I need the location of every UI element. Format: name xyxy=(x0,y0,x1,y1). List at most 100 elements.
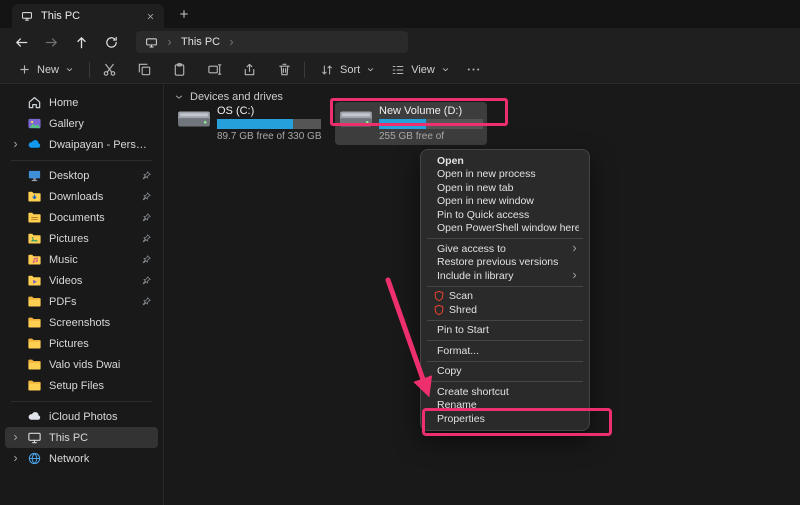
explorer-tab[interactable]: This PC xyxy=(12,4,164,28)
chevron-right-icon[interactable] xyxy=(227,38,236,47)
menu-item-restore-previous-versions[interactable]: Restore previous versions xyxy=(425,256,585,270)
drive-name: New Volume (D:) xyxy=(379,105,483,117)
menu-item-create-shortcut[interactable]: Create shortcut xyxy=(425,385,585,399)
new-button[interactable]: New xyxy=(10,59,82,80)
menu-item-label: Pin to Start xyxy=(437,324,579,336)
forward-button[interactable] xyxy=(38,30,64,54)
tab-close-icon[interactable] xyxy=(146,12,155,21)
sidebar-item-screenshots[interactable]: Screenshots xyxy=(5,312,158,333)
chevron-right-icon[interactable] xyxy=(165,38,174,47)
sidebar-item-pictures-2[interactable]: Pictures xyxy=(5,333,158,354)
sidebar-item-documents[interactable]: Documents xyxy=(5,207,158,228)
back-icon xyxy=(14,35,29,50)
menu-item-open-in-new-tab[interactable]: Open in new tab xyxy=(425,181,585,195)
menu-item-shred[interactable]: Shred xyxy=(425,303,585,317)
menu-item-label: Include in library xyxy=(437,270,570,282)
sidebar-item-network[interactable]: Network xyxy=(5,448,158,469)
drive-new-volume-d[interactable]: New Volume (D:) 255 GB free of xyxy=(335,102,487,145)
refresh-button[interactable] xyxy=(98,30,124,54)
sidebar-item-label: Network xyxy=(49,453,152,465)
menu-item-rename[interactable]: Rename xyxy=(425,399,585,413)
up-icon xyxy=(74,35,89,50)
sidebar-item-videos[interactable]: Videos xyxy=(5,270,158,291)
menu-item-open-in-new-window[interactable]: Open in new window xyxy=(425,195,585,209)
sidebar-item-label: Music xyxy=(49,254,131,266)
rename-button[interactable] xyxy=(202,58,227,81)
back-button[interactable] xyxy=(8,30,34,54)
cut-icon xyxy=(102,62,117,77)
view-button-label: View xyxy=(411,64,435,76)
sidebar-item-pictures[interactable]: Pictures xyxy=(5,228,158,249)
sort-button[interactable]: Sort xyxy=(312,59,383,81)
menu-item-format[interactable]: Format... xyxy=(425,344,585,358)
sidebar-item-pdfs[interactable]: PDFs xyxy=(5,291,158,312)
folder-icon xyxy=(27,336,42,351)
this-pc-icon xyxy=(145,36,158,49)
toolbar-divider xyxy=(304,62,305,78)
cut-button[interactable] xyxy=(97,58,122,81)
folder-icon xyxy=(27,315,42,330)
titlebar: This PC xyxy=(0,0,800,28)
address-bar[interactable]: This PC xyxy=(136,31,408,53)
menu-separator xyxy=(427,361,583,362)
sort-button-label: Sort xyxy=(340,64,360,76)
menu-item-open-powershell-window-here[interactable]: Open PowerShell window here xyxy=(425,222,585,236)
menu-item-give-access-to[interactable]: Give access to xyxy=(425,242,585,256)
menu-item-copy[interactable]: Copy xyxy=(425,365,585,379)
pin-icon xyxy=(141,254,152,265)
menu-separator xyxy=(427,238,583,239)
menu-item-properties[interactable]: Properties xyxy=(425,412,585,426)
menu-item-open[interactable]: Open xyxy=(425,154,585,168)
drive-usage-fill xyxy=(379,119,426,129)
sidebar-item-onedrive[interactable]: Dwaipayan - Personal xyxy=(5,134,158,155)
up-button[interactable] xyxy=(68,30,94,54)
sidebar-item-gallery[interactable]: Gallery xyxy=(5,113,158,134)
sidebar-item-downloads[interactable]: Downloads xyxy=(5,186,158,207)
del-icon xyxy=(277,62,292,77)
chevron-down-icon[interactable] xyxy=(174,92,184,102)
sidebar-item-setup-files[interactable]: Setup Files xyxy=(5,375,158,396)
drive-os-c[interactable]: OS (C:) 89.7 GB free of 330 GB xyxy=(173,102,325,145)
submenu-chevron-icon xyxy=(570,244,579,253)
sidebar-item-home[interactable]: Home xyxy=(5,92,158,113)
sidebar-item-music[interactable]: Music xyxy=(5,249,158,270)
menu-item-label: Format... xyxy=(437,345,579,357)
chevron-right-icon[interactable] xyxy=(11,454,20,463)
sidebar-item-desktop[interactable]: Desktop xyxy=(5,165,158,186)
view-button[interactable]: View xyxy=(383,59,458,81)
this-pc-icon xyxy=(21,10,33,22)
menu-separator xyxy=(427,320,583,321)
chevron-right-icon[interactable] xyxy=(11,140,20,149)
copy-button[interactable] xyxy=(132,58,157,81)
sidebar-separator xyxy=(5,155,158,165)
menu-item-label: Open PowerShell window here xyxy=(437,222,579,234)
menu-item-include-in-library[interactable]: Include in library xyxy=(425,269,585,283)
folder-icon xyxy=(27,378,42,393)
more-options-button[interactable] xyxy=(458,58,489,81)
toolbar-divider xyxy=(89,62,90,78)
sidebar-item-label: Videos xyxy=(49,275,131,287)
sidebar-item-label: Pictures xyxy=(49,233,131,245)
new-tab-button[interactable] xyxy=(178,8,190,20)
menu-item-scan[interactable]: Scan xyxy=(425,290,585,304)
drive-icon xyxy=(177,105,211,133)
breadcrumb[interactable]: This PC xyxy=(181,36,220,48)
menu-separator xyxy=(427,381,583,382)
icloud-icon xyxy=(27,409,42,424)
chevron-down-icon xyxy=(441,65,450,74)
menu-item-pin-to-quick-access[interactable]: Pin to Quick access xyxy=(425,208,585,222)
plus-icon xyxy=(18,63,31,76)
chevron-right-icon[interactable] xyxy=(11,433,20,442)
share-button[interactable] xyxy=(237,58,262,81)
delete-button[interactable] xyxy=(272,58,297,81)
sidebar-item-label: Desktop xyxy=(49,170,131,182)
menu-item-open-in-new-process[interactable]: Open in new process xyxy=(425,168,585,182)
menu-item-pin-to-start[interactable]: Pin to Start xyxy=(425,324,585,338)
sidebar-item-label: Dwaipayan - Personal xyxy=(49,139,152,151)
paste-button[interactable] xyxy=(167,58,192,81)
sidebar-item-this-pc[interactable]: This PC xyxy=(5,427,158,448)
folder-icon xyxy=(27,294,42,309)
sidebar-item-icloud-photos[interactable]: iCloud Photos xyxy=(5,406,158,427)
command-toolbar: New Sort View xyxy=(0,56,800,84)
sidebar-item-valo-vids[interactable]: Valo vids Dwai xyxy=(5,354,158,375)
